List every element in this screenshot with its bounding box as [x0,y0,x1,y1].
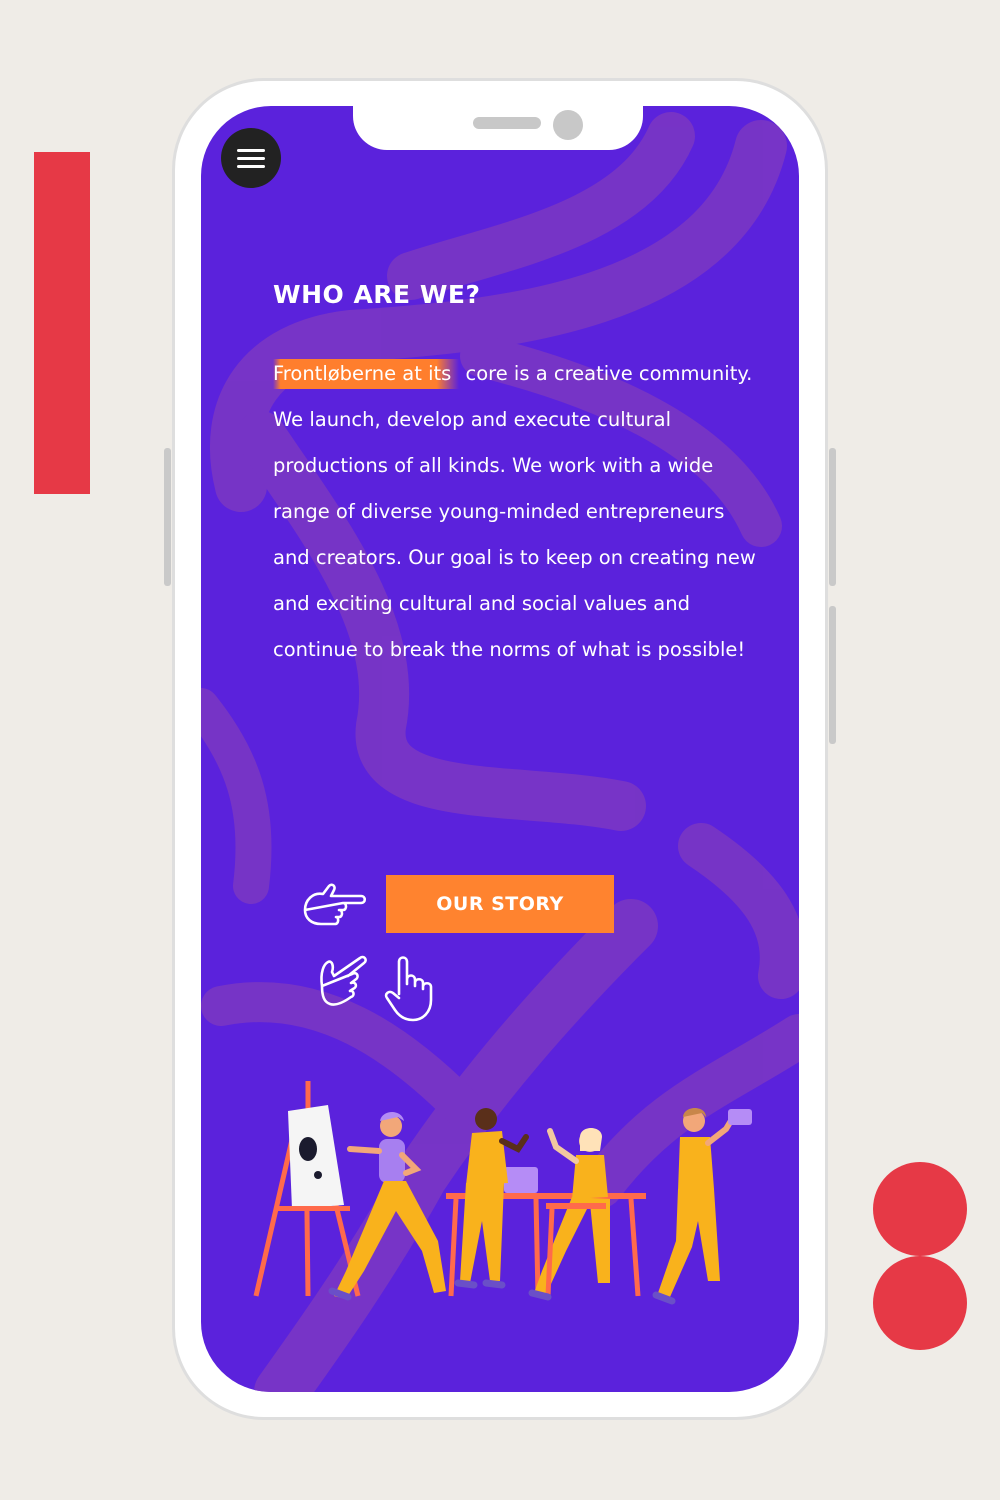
phone-notch [353,106,643,150]
phone-side-button-left [164,448,171,586]
page-stage: WHO ARE WE? Frontløberne at its core is … [0,0,1000,1500]
menu-line [237,157,265,160]
phone-side-button-right-bottom [829,606,836,744]
phone-side-button-right-top [829,448,836,586]
decorative-red-dot-top [873,1162,967,1256]
phone-screen: WHO ARE WE? Frontløberne at its core is … [201,106,799,1392]
decorative-red-bar [34,152,90,494]
seated-person-figure [528,1128,610,1301]
pointing-hand-diagonal-icon [320,955,367,1006]
creative-team-illustration [253,1081,752,1305]
painter-figure [328,1112,446,1301]
phone-speaker [473,117,541,129]
decorative-red-dot-bottom [873,1256,967,1350]
photographer-figure [652,1108,752,1305]
hamburger-menu-icon[interactable] [221,128,281,188]
our-story-button[interactable]: OUR STORY [386,875,614,933]
easel-with-canvas [253,1081,361,1297]
phone-camera [553,110,583,140]
menu-line [237,149,265,152]
section-heading: WHO ARE WE? [273,280,481,309]
menu-line [237,165,265,168]
about-paragraph: Frontløberne at its core is a creative c… [273,351,763,673]
brush-highlighted-text: Frontløberne at its [273,359,460,389]
tapping-hand-icon [384,956,433,1022]
pointing-hand-right-icon [303,883,367,926]
about-paragraph-text: core is a creative community. We launch,… [273,362,756,661]
